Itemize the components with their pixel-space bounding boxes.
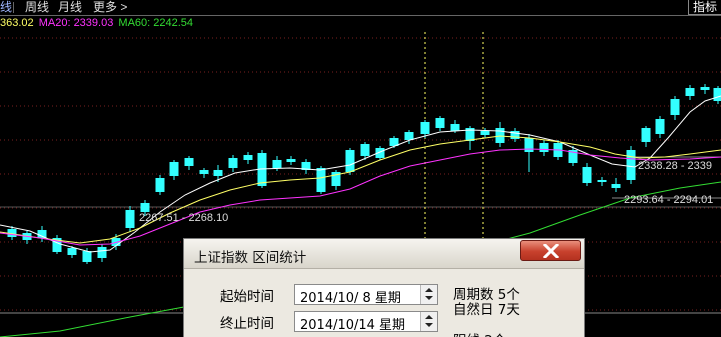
start-date-value: 2014/10/ 8 星期	[300, 291, 401, 306]
start-date-spinner[interactable]	[420, 285, 437, 304]
tab-more[interactable]: 更多 >	[93, 0, 127, 14]
candle-body	[713, 88, 721, 101]
candle-body	[626, 150, 636, 180]
candle-body	[125, 210, 135, 228]
candle-body	[360, 144, 370, 156]
candle-body	[480, 131, 490, 135]
ma5-value: 363.02	[0, 17, 34, 29]
candle-body	[228, 158, 238, 168]
candle-body	[641, 128, 651, 142]
tab-separator	[13, 2, 14, 13]
candle-body	[655, 119, 665, 134]
natural-days: 自然日 7天	[453, 302, 520, 318]
candle-body	[316, 168, 326, 192]
spin-up-icon	[425, 315, 433, 319]
interval-stats-dialog: 上证指数 区间统计 起始时间 2014/10/ 8 星期 终止时间 2014/1…	[183, 238, 585, 337]
candle-body	[82, 251, 92, 262]
candle-body	[670, 99, 680, 115]
candle-body	[286, 159, 296, 162]
candle-body	[435, 118, 445, 128]
candle-body	[611, 184, 621, 188]
tab-indicators[interactable]: 指标	[687, 0, 721, 15]
candle-body	[213, 170, 223, 176]
period-tab-bar: 线 周线 月线 更多 > 指标	[0, 0, 721, 16]
topbar-divider	[0, 15, 721, 16]
spin-down-icon	[425, 296, 433, 300]
end-date-picker[interactable]: 2014/10/14 星期	[294, 311, 438, 333]
ma60-value: MA60: 2242.54	[118, 17, 194, 29]
candle-body	[404, 132, 414, 140]
end-time-label: 终止时间	[220, 316, 274, 332]
close-icon	[543, 244, 559, 258]
candle-body	[97, 247, 107, 258]
end-date-value: 2014/10/14 星期	[300, 318, 406, 333]
candle-body	[700, 87, 710, 90]
tab-day-line[interactable]: 线	[0, 0, 12, 14]
candle-body	[272, 160, 282, 168]
candle-body	[345, 150, 355, 172]
spin-up-icon	[425, 288, 433, 292]
yang-line-count: 阳线 2个	[453, 329, 506, 337]
spin-down-icon	[425, 323, 433, 327]
candle-body	[140, 203, 150, 212]
candle-body	[199, 170, 209, 174]
candle-body	[524, 138, 534, 152]
end-date-spinner[interactable]	[420, 312, 437, 331]
candle-body	[420, 122, 430, 134]
dialog-title-bar[interactable]: 上证指数 区间统计	[184, 239, 584, 269]
candle-body	[582, 167, 592, 183]
candle-body	[243, 155, 253, 160]
left-price-label: 2267.51 - 2268.10	[139, 212, 228, 224]
dialog-title: 上证指数 区间统计	[194, 250, 307, 266]
candle-body	[37, 230, 47, 238]
close-button[interactable]	[520, 240, 581, 261]
candle-body	[685, 88, 695, 96]
candle-body	[155, 178, 165, 192]
right-lower-price-label: 2293.64 - 2294.01	[624, 194, 713, 206]
candle-body	[67, 248, 77, 255]
right-upper-price-label: 2338.28 - 2339	[638, 160, 712, 172]
ma20-line	[0, 148, 721, 246]
candle-body	[169, 162, 179, 176]
candle-body	[450, 124, 460, 131]
start-date-picker[interactable]: 2014/10/ 8 星期	[294, 284, 438, 306]
ma20-value: MA20: 2339.03	[38, 17, 114, 29]
candle-body	[184, 158, 194, 166]
tab-month-line[interactable]: 月线	[58, 0, 82, 14]
candle-body	[597, 180, 607, 182]
start-time-label: 起始时间	[220, 289, 274, 305]
ma-legend: 363.02 MA20: 2339.03 MA60: 2242.54	[0, 17, 195, 29]
candle-body	[539, 143, 549, 152]
tab-week-line[interactable]: 周线	[25, 0, 49, 14]
